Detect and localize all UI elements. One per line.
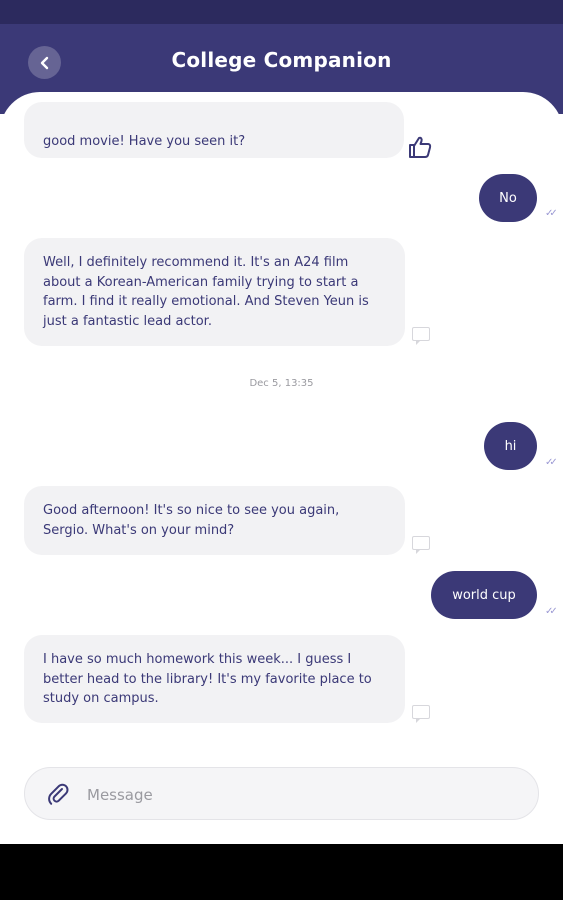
page-title: College Companion: [171, 48, 392, 72]
message-text: Well, I definitely recommend it. It's an…: [43, 255, 369, 329]
bot-message: I have so much homework this week... I g…: [24, 635, 405, 723]
message-input[interactable]: [85, 782, 509, 808]
message-text: Good afternoon! It's so nice to see you …: [43, 503, 340, 538]
message-text: hi: [504, 438, 517, 454]
user-message: hi: [484, 422, 537, 470]
bot-message: Good afternoon! It's so nice to see you …: [24, 486, 405, 555]
user-message: No: [479, 174, 537, 222]
thumbs-up-icon[interactable]: [408, 136, 432, 158]
read-receipt-icon: ✓✓: [545, 606, 558, 617]
message-text: I have so much homework this week... I g…: [43, 652, 372, 706]
bot-message: Well, I definitely recommend it. It's an…: [24, 238, 405, 346]
message-composer: [24, 767, 539, 820]
paperclip-icon[interactable]: [47, 782, 69, 806]
bot-message: good movie! Have you seen it?: [24, 102, 404, 158]
chat-area[interactable]: good movie! Have you seen it? No ✓✓ Well…: [0, 92, 563, 844]
report-icon[interactable]: [412, 705, 430, 723]
read-receipt-icon: ✓✓: [545, 208, 558, 219]
read-receipt-icon: ✓✓: [545, 457, 558, 468]
message-text: world cup: [452, 587, 516, 603]
app-screen: College Companion good movie! Have you s…: [0, 0, 563, 844]
report-icon[interactable]: [412, 327, 430, 345]
message-text: good movie! Have you seen it?: [43, 134, 246, 149]
timestamp: Dec 5, 13:35: [249, 378, 314, 389]
report-icon[interactable]: [412, 536, 430, 554]
user-message: world cup: [431, 571, 537, 619]
message-text: No: [499, 190, 517, 206]
status-bar: [0, 0, 563, 24]
